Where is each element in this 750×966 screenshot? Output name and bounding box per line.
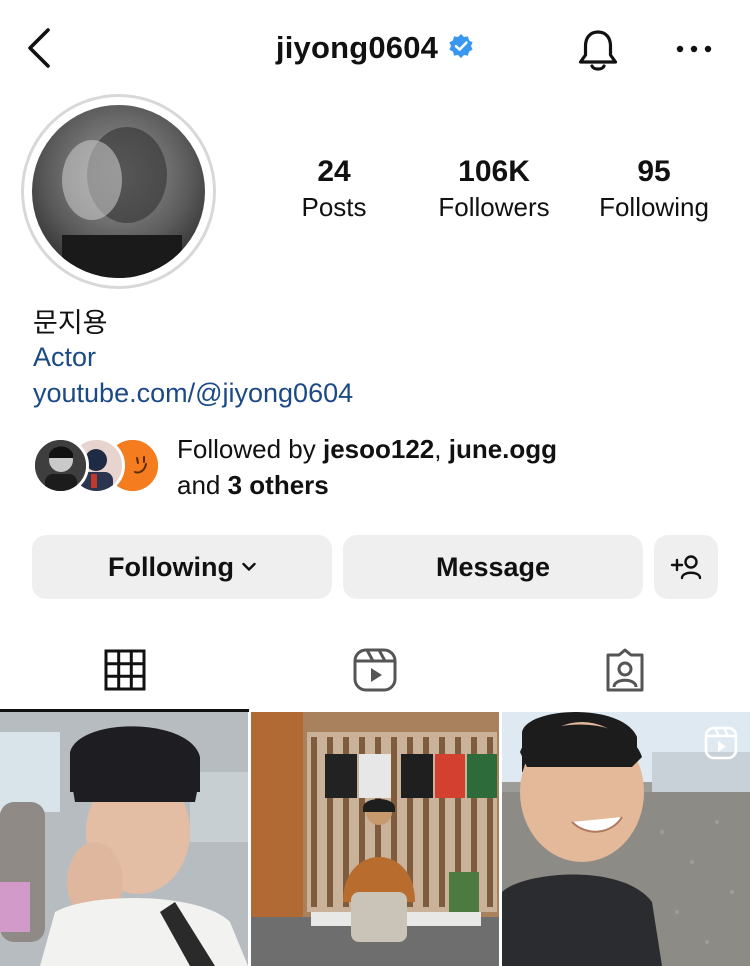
- following-button[interactable]: Following: [32, 535, 332, 599]
- notifications-button[interactable]: [575, 26, 621, 74]
- followers-count: 106K: [458, 155, 530, 188]
- bell-icon: [578, 30, 618, 71]
- reel-badge-icon: [704, 726, 738, 760]
- suggest-users-button[interactable]: [654, 535, 718, 599]
- followers-label: Followers: [438, 192, 550, 222]
- followed-by-user-1: jesoo122: [322, 434, 435, 464]
- followers-stat[interactable]: 106K Followers: [424, 154, 564, 224]
- following-label: Following: [599, 192, 709, 222]
- followed-by-others: 3 others: [227, 470, 329, 500]
- tab-tagged[interactable]: [500, 628, 750, 712]
- username: jiyong0604: [275, 30, 439, 65]
- message-button-label: Message: [435, 551, 551, 582]
- followed-by-and: and: [177, 470, 228, 500]
- profile-avatar[interactable]: [32, 105, 205, 278]
- tab-reels[interactable]: [250, 628, 500, 712]
- profile-link[interactable]: youtube.com/@jiyong0604: [33, 378, 353, 409]
- more-options-button[interactable]: [676, 42, 712, 56]
- followed-by-user-2: june.ogg: [448, 434, 558, 464]
- post-thumbnail-reel[interactable]: [502, 712, 750, 966]
- followed-by-text[interactable]: Followed by jesoo122, june.ogg and 3 oth…: [177, 431, 737, 503]
- tagged-icon: [606, 648, 644, 692]
- followed-by-separator: ,: [434, 434, 449, 464]
- add-user-icon: [670, 555, 702, 580]
- profile-title: jiyong0604: [0, 30, 750, 66]
- posts-stat[interactable]: 24 Posts: [274, 154, 394, 224]
- follower-avatar: [32, 437, 89, 494]
- following-stat[interactable]: 95 Following: [584, 154, 724, 224]
- profile-name: 문지용: [33, 308, 108, 339]
- post-thumbnail[interactable]: [0, 712, 248, 966]
- following-button-label: Following: [108, 551, 234, 582]
- tab-posts-grid[interactable]: [0, 628, 250, 712]
- chevron-down-icon: [242, 562, 256, 571]
- message-button[interactable]: Message: [343, 535, 643, 599]
- verified-badge-icon: [448, 33, 474, 59]
- posts-count: 24: [317, 155, 351, 188]
- followed-by-prefix: Followed by: [177, 434, 323, 464]
- posts-grid: [0, 712, 750, 966]
- posts-label: Posts: [301, 192, 367, 222]
- reels-icon: [353, 648, 397, 692]
- post-thumbnail[interactable]: [251, 712, 499, 966]
- grid-icon: [104, 649, 146, 691]
- profile-tabs: [0, 628, 750, 712]
- profile-category[interactable]: Actor: [33, 342, 96, 373]
- followed-by-avatars[interactable]: [32, 437, 162, 495]
- following-count: 95: [637, 155, 671, 188]
- top-bar: jiyong0604: [0, 0, 750, 96]
- more-horizontal-icon: [676, 45, 712, 53]
